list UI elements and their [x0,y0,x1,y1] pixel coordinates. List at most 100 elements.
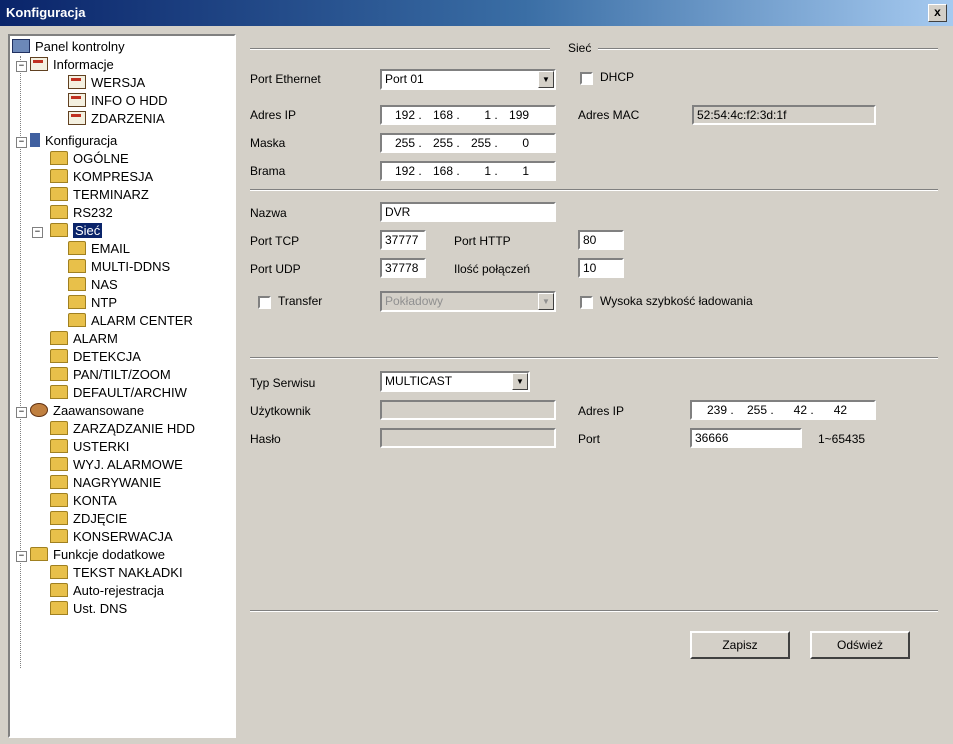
folder-icon [50,511,68,525]
tree-item-kompresja[interactable]: KOMPRESJA [50,168,153,186]
transfer-checkbox[interactable] [258,296,271,309]
tree-item-ust-dns[interactable]: Ust. DNS [50,600,127,618]
navigation-tree[interactable]: Panel kontrolny − Informacje WERSJA INFO… [8,34,236,738]
folder-icon [50,367,68,381]
tree-group-informacje[interactable]: Informacje [30,56,114,74]
refresh-button[interactable]: Odśwież [810,631,910,659]
section-title: Sieć [568,41,592,55]
udp-port-field[interactable]: 37778 [380,258,426,278]
multicast-ip-field[interactable]: 239 . 255 . 42 . 42 [690,400,876,420]
chevron-down-icon[interactable]: ▼ [538,71,554,88]
tree-item-label: OGÓLNE [73,151,129,166]
tree-item-ntp[interactable]: NTP [68,294,117,312]
udp-port-label: Port UDP [250,262,301,276]
tree-item-label: Ust. DNS [73,601,128,616]
tree-item-alarm-center[interactable]: ALARM CENTER [68,312,193,330]
notebook-icon [68,93,86,107]
port-ethernet-select[interactable]: Port 01 ▼ [380,69,556,90]
collapse-konfiguracja-icon[interactable]: − [16,137,27,148]
tree-item-wyj-alarmowe[interactable]: WYJ. ALARMOWE [50,456,183,474]
tree-item-default-archiw[interactable]: DEFAULT/ARCHIW [50,384,187,402]
tree-item-label: ZARZĄDZANIE HDD [73,421,196,436]
tree-item-label: INFO O HDD [91,93,168,108]
name-label: Nazwa [250,206,287,220]
mc-ip-octet: 42 [793,403,808,417]
high-speed-checkbox[interactable] [580,296,593,309]
tree-item-label: PAN/TILT/ZOOM [73,367,171,382]
save-button[interactable]: Zapisz [690,631,790,659]
collapse-informacje-icon[interactable]: − [16,61,27,72]
tree-item-label: EMAIL [91,241,131,256]
user-field [380,400,556,420]
tree-item-tekst-nakladki[interactable]: TEKST NAKŁADKI [50,564,183,582]
tree-item-label: USTERKI [73,439,130,454]
tree-item-terminarz[interactable]: TERMINARZ [50,186,149,204]
tree-item-wersja[interactable]: WERSJA [68,74,145,92]
folder-icon [50,565,68,579]
tree-item-ptz[interactable]: PAN/TILT/ZOOM [50,366,171,384]
mask-octet: 255 [471,136,492,150]
tree-item-label: DEFAULT/ARCHIW [73,385,187,400]
http-port-field[interactable]: 80 [578,230,624,250]
mask-octet: 255 [432,136,454,150]
tree-item-multi-ddns[interactable]: MULTI-DDNS [68,258,170,276]
title-bar[interactable]: Konfiguracja x [0,0,953,26]
tree-item-label: TERMINARZ [73,187,149,202]
tree-item-info-hdd[interactable]: INFO O HDD [68,92,168,110]
tree-item-auto-rejestracja[interactable]: Auto-rejestracja [50,582,164,600]
chevron-down-icon[interactable]: ▼ [512,373,528,390]
gateway-field[interactable]: 192 . 168 . 1 . 1 [380,161,556,181]
mac-label: Adres MAC [578,108,640,122]
connections-field[interactable]: 10 [578,258,624,278]
collapse-funkcje-icon[interactable]: − [16,551,27,562]
tree-root[interactable]: Panel kontrolny [12,38,125,56]
tree-item-detekcja[interactable]: DETEKCJA [50,348,141,366]
port-ethernet-value: Port 01 [385,72,424,86]
tree-item-siec[interactable]: Sieć [50,222,103,240]
folder-icon [50,331,68,345]
tree-item-label: KONTA [73,493,117,508]
chevron-down-icon: ▼ [538,293,554,310]
tree-item-label: RS232 [73,205,113,220]
tree-item-zarzadzanie-hdd[interactable]: ZARZĄDZANIE HDD [50,420,195,438]
subnet-mask-field[interactable]: 255 . 255 . 255 . 0 [380,133,556,153]
folder-icon [50,475,68,489]
tree-item-konta[interactable]: KONTA [50,492,117,510]
panel-icon [12,39,30,53]
tools-icon [30,133,40,147]
notebook-icon [68,111,86,125]
collapse-zaawansowane-icon[interactable]: − [16,407,27,418]
close-button[interactable]: x [928,4,947,22]
config-window: Konfiguracja x Panel kontrolny − Informa… [0,0,953,744]
tree-item-zdarzenia[interactable]: ZDARZENIA [68,110,165,128]
notebook-icon [68,75,86,89]
folder-icon [50,169,68,183]
password-label: Hasło [250,432,281,446]
tree-group-funkcje[interactable]: Funkcje dodatkowe [30,546,165,564]
ip-address-field[interactable]: 192 . 168 . 1 . 199 [380,105,556,125]
folder-icon [68,241,86,255]
tree-item-email[interactable]: EMAIL [68,240,130,258]
dhcp-checkbox[interactable] [580,72,593,85]
tree-item-rs232[interactable]: RS232 [50,204,113,222]
tree-item-label: KONSERWACJA [73,529,173,544]
tcp-port-field[interactable]: 37777 [380,230,426,250]
tree-item-zdjecie[interactable]: ZDJĘCIE [50,510,127,528]
multicast-port-field[interactable]: 36666 [690,428,802,448]
tree-item-nagrywanie[interactable]: NAGRYWANIE [50,474,161,492]
network-settings-panel: Sieć Port Ethernet Port 01 ▼ DHCP Adres … [246,34,946,738]
device-name-field[interactable]: DVR [380,202,556,222]
tree-item-ogolne[interactable]: OGÓLNE [50,150,129,168]
collapse-siec-icon[interactable]: − [32,227,43,238]
tree-item-label: WYJ. ALARMOWE [73,457,183,472]
tree-group-konfiguracja[interactable]: Konfiguracja [30,132,117,150]
tree-group-zaawansowane[interactable]: Zaawansowane [30,402,144,420]
separator [250,48,550,50]
tree-item-alarm[interactable]: ALARM [50,330,118,348]
tree-item-konserwacja[interactable]: KONSERWACJA [50,528,173,546]
tree-item-label: Auto-rejestracja [73,583,165,598]
tree-item-nas[interactable]: NAS [68,276,118,294]
service-type-select[interactable]: MULTICAST ▼ [380,371,530,392]
tree-item-usterki[interactable]: USTERKI [50,438,129,456]
tree-item-label: ALARM [73,331,118,346]
